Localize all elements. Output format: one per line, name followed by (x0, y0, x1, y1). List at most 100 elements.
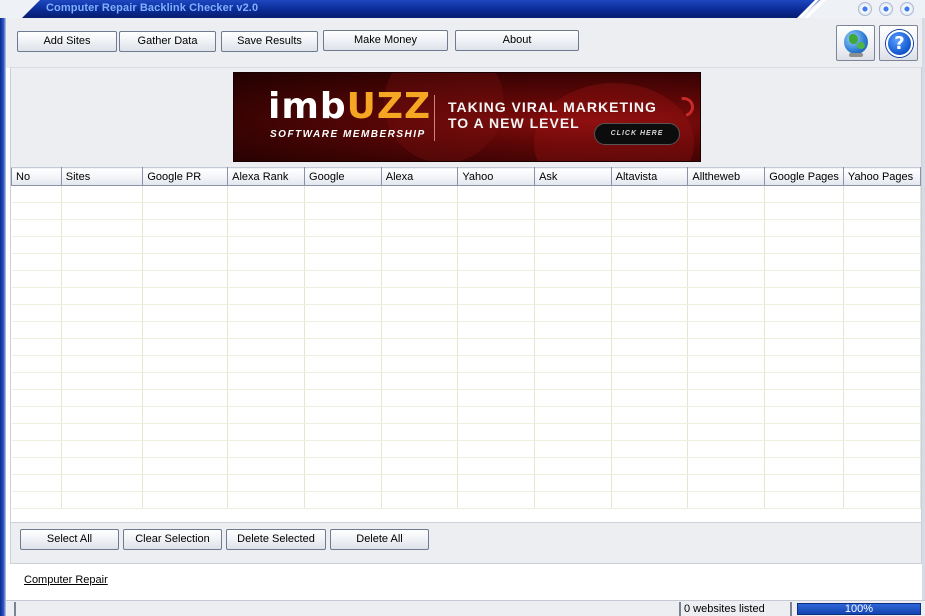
clear-selection-button[interactable]: Clear Selection (123, 529, 222, 550)
table-cell (843, 304, 921, 322)
table-row[interactable] (11, 457, 921, 475)
table-cell (11, 236, 62, 254)
table-cell (611, 440, 689, 458)
table-cell (304, 270, 382, 288)
table-cell (227, 406, 306, 424)
table-cell (227, 491, 306, 509)
table-row[interactable] (11, 321, 921, 339)
table-cell (687, 389, 766, 407)
table-cell (687, 491, 766, 509)
table-cell (843, 236, 921, 254)
table-row[interactable] (11, 270, 921, 288)
table-cell (304, 423, 382, 441)
table-cell (381, 457, 459, 475)
table-cell (11, 440, 62, 458)
column-header-google[interactable]: Google (304, 167, 382, 186)
computer-repair-link[interactable]: Computer Repair (24, 574, 108, 586)
table-cell (304, 321, 382, 339)
table-row[interactable] (11, 338, 921, 356)
table-cell (11, 304, 62, 322)
table-row[interactable] (11, 389, 921, 407)
table-cell (381, 287, 459, 305)
table-row[interactable] (11, 236, 921, 254)
column-header-alexa[interactable]: Alexa (380, 167, 459, 186)
table-cell (611, 338, 689, 356)
close-icon[interactable] (900, 2, 914, 16)
table-row[interactable] (11, 202, 921, 220)
column-header-yahoo-pages[interactable]: Yahoo Pages (842, 167, 921, 186)
table-cell (61, 253, 144, 271)
table-row[interactable] (11, 372, 921, 390)
results-grid[interactable]: No Sites Google PR Alexa Rank Google Ale… (11, 167, 921, 523)
table-cell (764, 219, 844, 237)
table-cell (534, 219, 612, 237)
select-all-button[interactable]: Select All (20, 529, 119, 550)
delete-all-button[interactable]: Delete All (330, 529, 429, 550)
table-cell (687, 423, 766, 441)
table-row[interactable] (11, 219, 921, 237)
add-sites-button[interactable]: Add Sites (17, 31, 117, 52)
globe-button[interactable] (836, 25, 875, 61)
column-header-google-pages[interactable]: Google Pages (764, 167, 844, 186)
column-header-yahoo[interactable]: Yahoo (457, 167, 536, 186)
table-cell (764, 389, 844, 407)
title-bar[interactable]: Computer Repair Backlink Checker v2.0 (0, 0, 925, 18)
table-cell (764, 270, 844, 288)
gather-data-button[interactable]: Gather Data (119, 31, 216, 52)
table-cell (142, 389, 229, 407)
table-row[interactable] (11, 440, 921, 458)
table-row[interactable] (11, 474, 921, 492)
table-cell (764, 338, 844, 356)
table-cell (457, 270, 536, 288)
table-cell (611, 457, 689, 475)
table-row[interactable] (11, 406, 921, 424)
column-header-ask[interactable]: Ask (534, 167, 612, 186)
table-cell (304, 389, 382, 407)
table-cell (764, 457, 844, 475)
column-header-alltheweb[interactable]: Alltheweb (687, 167, 766, 186)
table-cell (687, 236, 766, 254)
table-row[interactable] (11, 185, 921, 203)
table-cell (534, 287, 612, 305)
table-cell (843, 406, 921, 424)
table-cell (764, 253, 844, 271)
advert-banner[interactable]: imbUZZ SOFTWARE MEMBERSHIP TAKING VIRAL … (233, 72, 701, 162)
help-button[interactable]: ? (879, 25, 918, 61)
table-cell (61, 287, 144, 305)
table-cell (534, 474, 612, 492)
table-cell (381, 202, 459, 220)
column-header-alexa-rank[interactable]: Alexa Rank (227, 167, 306, 186)
save-results-button[interactable]: Save Results (221, 31, 318, 52)
table-cell (227, 253, 306, 271)
minimize-icon[interactable] (858, 2, 872, 16)
table-row[interactable] (11, 423, 921, 441)
column-header-no[interactable]: No (11, 167, 62, 186)
table-cell (843, 372, 921, 390)
about-button[interactable]: About (455, 30, 579, 51)
table-cell (534, 236, 612, 254)
table-row[interactable] (11, 355, 921, 373)
table-row[interactable] (11, 287, 921, 305)
make-money-button[interactable]: Make Money (323, 30, 448, 51)
table-row[interactable] (11, 491, 921, 509)
table-cell (11, 202, 62, 220)
table-row[interactable] (11, 253, 921, 271)
column-header-sites[interactable]: Sites (60, 167, 144, 186)
table-cell (11, 389, 62, 407)
column-header-altavista[interactable]: Altavista (610, 167, 689, 186)
table-cell (534, 372, 612, 390)
table-header-row: No Sites Google PR Alexa Rank Google Ale… (11, 167, 921, 186)
column-header-google-pr[interactable]: Google PR (142, 167, 229, 186)
maximize-icon[interactable] (879, 2, 893, 16)
table-cell (381, 321, 459, 339)
banner-subtitle: SOFTWARE MEMBERSHIP (270, 129, 426, 140)
table-cell (61, 270, 144, 288)
table-cell (142, 202, 229, 220)
table-cell (611, 185, 689, 203)
delete-selected-button[interactable]: Delete Selected (226, 529, 326, 550)
table-cell (457, 457, 536, 475)
table-cell (457, 304, 536, 322)
table-row[interactable] (11, 304, 921, 322)
table-cell (381, 304, 459, 322)
banner-cta-button[interactable]: CLICK HERE (594, 123, 680, 145)
